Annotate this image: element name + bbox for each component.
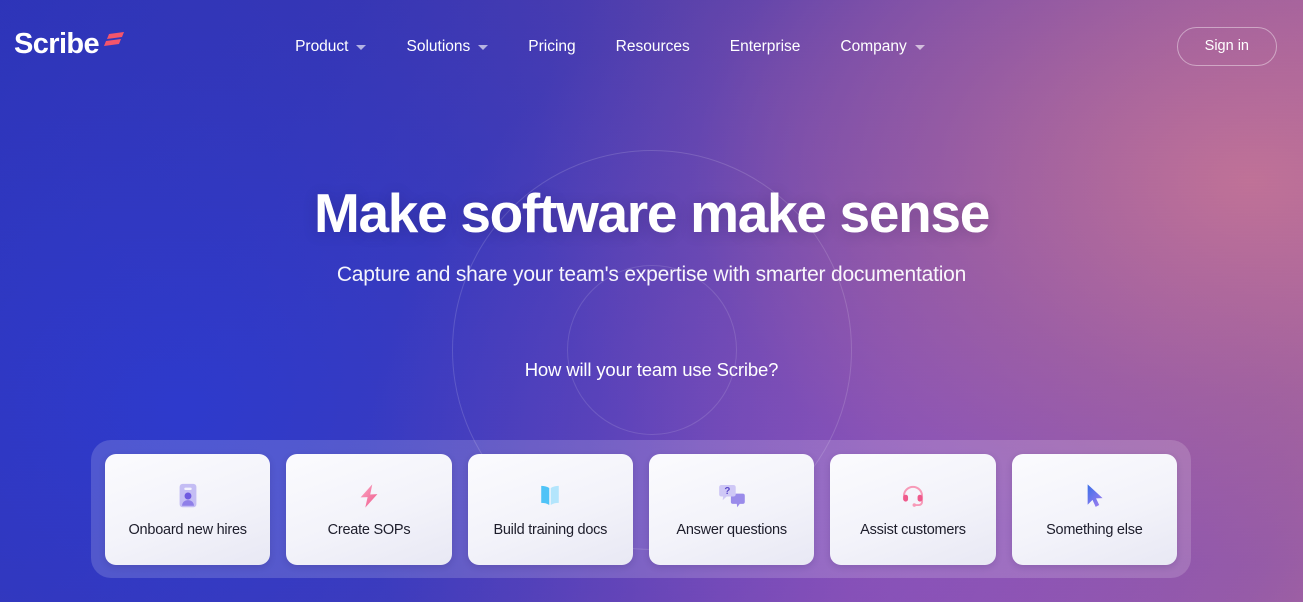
question-chat-bubbles-icon: ? bbox=[717, 481, 747, 511]
headset-icon bbox=[898, 481, 928, 511]
use-case-card-create-sops[interactable]: Create SOPs bbox=[286, 453, 452, 565]
logo-wordmark: Scribe bbox=[14, 28, 100, 60]
nav-item-pricing[interactable]: Pricing bbox=[508, 30, 595, 64]
lightning-bolt-icon bbox=[354, 481, 384, 511]
open-book-icon bbox=[535, 481, 565, 511]
nav-item-enterprise[interactable]: Enterprise bbox=[710, 30, 821, 64]
nav-links: Product Solutions Pricing Resources Ente… bbox=[275, 30, 945, 64]
nav-item-product[interactable]: Product bbox=[275, 30, 386, 64]
use-case-card-something-else[interactable]: Something else bbox=[1011, 453, 1177, 565]
use-case-card-label: Something else bbox=[1046, 521, 1143, 538]
svg-text:?: ? bbox=[724, 485, 730, 496]
use-case-card-build-training-docs[interactable]: Build training docs bbox=[467, 453, 633, 565]
cursor-arrow-icon bbox=[1079, 481, 1109, 511]
nav-item-label: Solutions bbox=[406, 37, 471, 55]
nav-item-company[interactable]: Company bbox=[820, 30, 944, 64]
chevron-down-icon bbox=[478, 45, 489, 50]
nav-item-resources[interactable]: Resources bbox=[596, 30, 710, 64]
use-case-card-label: Answer questions bbox=[676, 521, 787, 538]
nav-item-solutions[interactable]: Solutions bbox=[386, 30, 508, 64]
use-case-card-assist-customers[interactable]: Assist customers bbox=[830, 453, 996, 565]
hero-subtitle: Capture and share your team's expertise … bbox=[336, 263, 967, 287]
use-case-card-onboard-new-hires[interactable]: Onboard new hires bbox=[105, 453, 271, 565]
nav-item-label: Product bbox=[295, 37, 349, 55]
use-case-card-label: Build training docs bbox=[493, 521, 608, 538]
use-case-panel: Onboard new hires Create SOPs Build trai… bbox=[91, 440, 1191, 578]
scribe-logo[interactable]: Scribe bbox=[14, 30, 126, 59]
nav-item-label: Enterprise bbox=[729, 37, 801, 55]
chevron-down-icon bbox=[356, 45, 367, 50]
scribe-slash-mark-icon bbox=[100, 31, 126, 51]
sign-in-button[interactable]: Sign in bbox=[1176, 27, 1277, 66]
nav-item-label: Company bbox=[840, 37, 907, 55]
use-case-card-answer-questions[interactable]: ? Answer questions bbox=[648, 453, 815, 565]
id-badge-icon bbox=[173, 481, 203, 511]
nav-item-label: Resources bbox=[615, 37, 690, 55]
landing-page: Scribe Product Solutions Pricing Resourc… bbox=[0, 0, 1303, 602]
use-case-card-label: Assist customers bbox=[860, 521, 966, 538]
use-case-card-label: Onboard new hires bbox=[128, 521, 248, 538]
use-case-card-label: Create SOPs bbox=[327, 521, 411, 538]
top-navigation-bar: Scribe Product Solutions Pricing Resourc… bbox=[0, 0, 1303, 93]
nav-item-label: Pricing bbox=[528, 37, 576, 55]
chevron-down-icon bbox=[914, 45, 925, 50]
page-title: Make software make sense bbox=[313, 182, 990, 244]
use-case-prompt: How will your team use Scribe? bbox=[524, 359, 779, 381]
